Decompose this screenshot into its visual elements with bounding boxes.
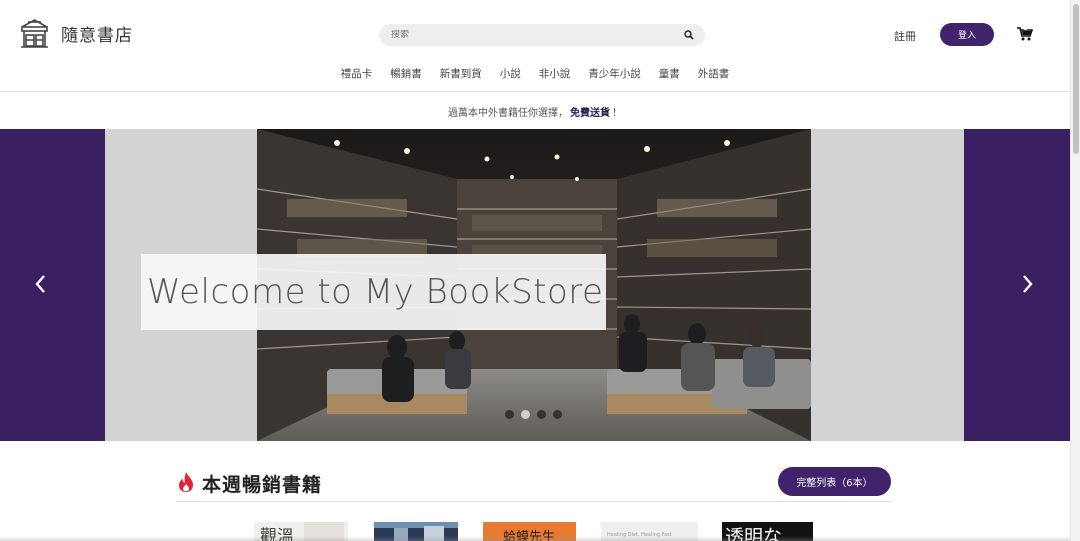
category-nav: 禮品卡 暢銷書 新書到貨 小說 非小說 青少年小說 童書 外語書 bbox=[0, 66, 1070, 81]
nav-item-fiction[interactable]: 小說 bbox=[491, 66, 530, 81]
search-icon[interactable] bbox=[683, 29, 695, 41]
page-bottom-shadow bbox=[0, 536, 1070, 541]
scrollbar-thumb[interactable] bbox=[1073, 4, 1079, 154]
site-header: 隨意書店 註冊 登入 0 禮品卡 暢銷書 新書 bbox=[0, 0, 1070, 92]
page-scrollbar[interactable] bbox=[1070, 0, 1080, 541]
promo-text: 過萬本中外書籍任你選擇， bbox=[448, 107, 568, 119]
fire-icon bbox=[179, 472, 193, 492]
carousel-margin-right bbox=[811, 129, 964, 441]
hero-caption: Welcome to My BookStore bbox=[147, 272, 604, 312]
chevron-left-icon[interactable] bbox=[26, 269, 56, 299]
carousel-dot-4[interactable] bbox=[553, 410, 562, 419]
chevron-right-icon[interactable] bbox=[1012, 269, 1042, 299]
carousel-dot-2[interactable] bbox=[521, 410, 530, 419]
promo-banner: 過萬本中外書籍任你選擇， 免費送貨 ！ bbox=[0, 93, 1070, 129]
promo-highlight: 免費送貨 bbox=[570, 107, 610, 119]
nav-item-new-arrivals[interactable]: 新書到貨 bbox=[431, 66, 491, 81]
nav-item-gift-cards[interactable]: 禮品卡 bbox=[332, 66, 382, 81]
carousel-indicators bbox=[505, 410, 562, 419]
carousel-dot-1[interactable] bbox=[505, 410, 514, 419]
logo[interactable]: 隨意書店 bbox=[18, 17, 133, 50]
cart-count: 0 bbox=[1023, 24, 1028, 32]
nav-item-bestsellers[interactable]: 暢銷書 bbox=[381, 66, 431, 81]
search-input[interactable] bbox=[391, 30, 683, 40]
search-bar bbox=[379, 24, 705, 46]
hero-carousel: Welcome to My BookStore bbox=[0, 129, 1070, 441]
login-button[interactable]: 登入 bbox=[940, 23, 994, 46]
carousel-dot-3[interactable] bbox=[537, 410, 546, 419]
nav-item-foreign-language[interactable]: 外語書 bbox=[689, 66, 739, 81]
promo-text-end: ！ bbox=[612, 107, 622, 119]
nav-item-young-adult[interactable]: 青少年小說 bbox=[579, 66, 650, 81]
cart-icon[interactable]: 0 bbox=[1016, 24, 1034, 42]
page: 隨意書店 註冊 登入 0 禮品卡 暢銷書 新書 bbox=[0, 0, 1080, 541]
nav-item-nonfiction[interactable]: 非小說 bbox=[530, 66, 580, 81]
register-link[interactable]: 註冊 bbox=[894, 28, 916, 44]
section-title: 本週暢銷書籍 bbox=[202, 474, 323, 496]
nav-item-childrens[interactable]: 童書 bbox=[650, 66, 689, 81]
full-list-button[interactable]: 完整列表（6本） bbox=[778, 467, 891, 496]
hero-caption-box: Welcome to My BookStore bbox=[141, 254, 606, 330]
bookstore-logo-icon bbox=[21, 19, 48, 48]
logo-text: 隨意書店 bbox=[61, 26, 133, 46]
